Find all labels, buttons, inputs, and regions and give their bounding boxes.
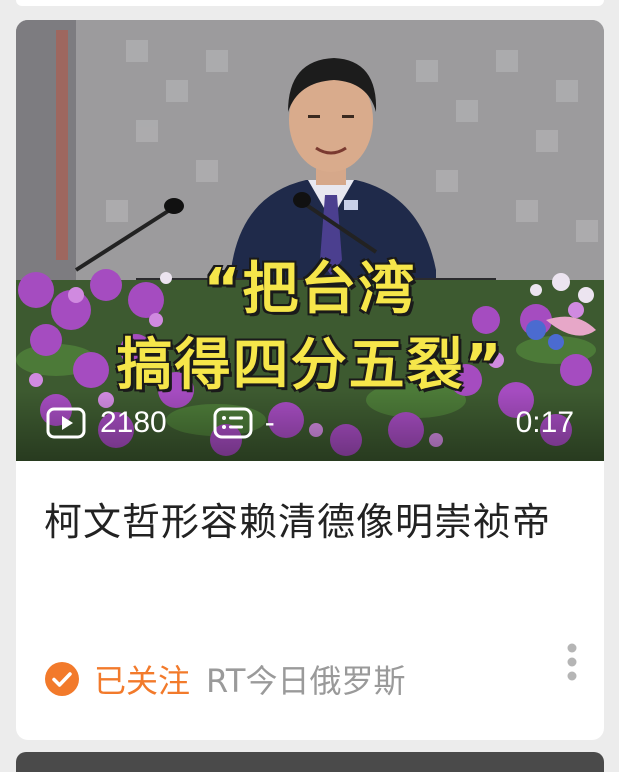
video-stats: 2180 - xyxy=(46,403,275,443)
danmaku-icon xyxy=(213,407,253,439)
video-caption-line-2: 搞得四分五裂” xyxy=(116,332,504,399)
post-title[interactable]: 柯文哲形容赖清德像明崇祯帝 xyxy=(44,496,574,548)
play-icon xyxy=(46,407,86,439)
followed-check-icon xyxy=(45,662,79,696)
follow-status-button[interactable]: 已关注 xyxy=(94,656,190,702)
video-caption-line-1: “把台湾 xyxy=(203,256,417,323)
danmaku-count: - xyxy=(264,406,275,439)
video-thumbnail[interactable]: “把台湾 搞得四分五裂” 2180 - 0:17 xyxy=(16,20,604,461)
more-options-icon[interactable] xyxy=(566,642,578,682)
video-post-card[interactable]: “把台湾 搞得四分五裂” 2180 - 0:17 柯文哲形容赖清德像明崇祯帝 已… xyxy=(16,20,604,740)
previous-card-edge xyxy=(16,0,604,6)
next-card-edge xyxy=(16,752,604,772)
author-name[interactable]: RT今日俄罗斯 xyxy=(206,656,405,702)
play-count: 2180 xyxy=(100,406,167,439)
video-duration: 0:17 xyxy=(515,406,574,439)
post-footer: 已关注 RT今日俄罗斯 xyxy=(44,656,584,702)
